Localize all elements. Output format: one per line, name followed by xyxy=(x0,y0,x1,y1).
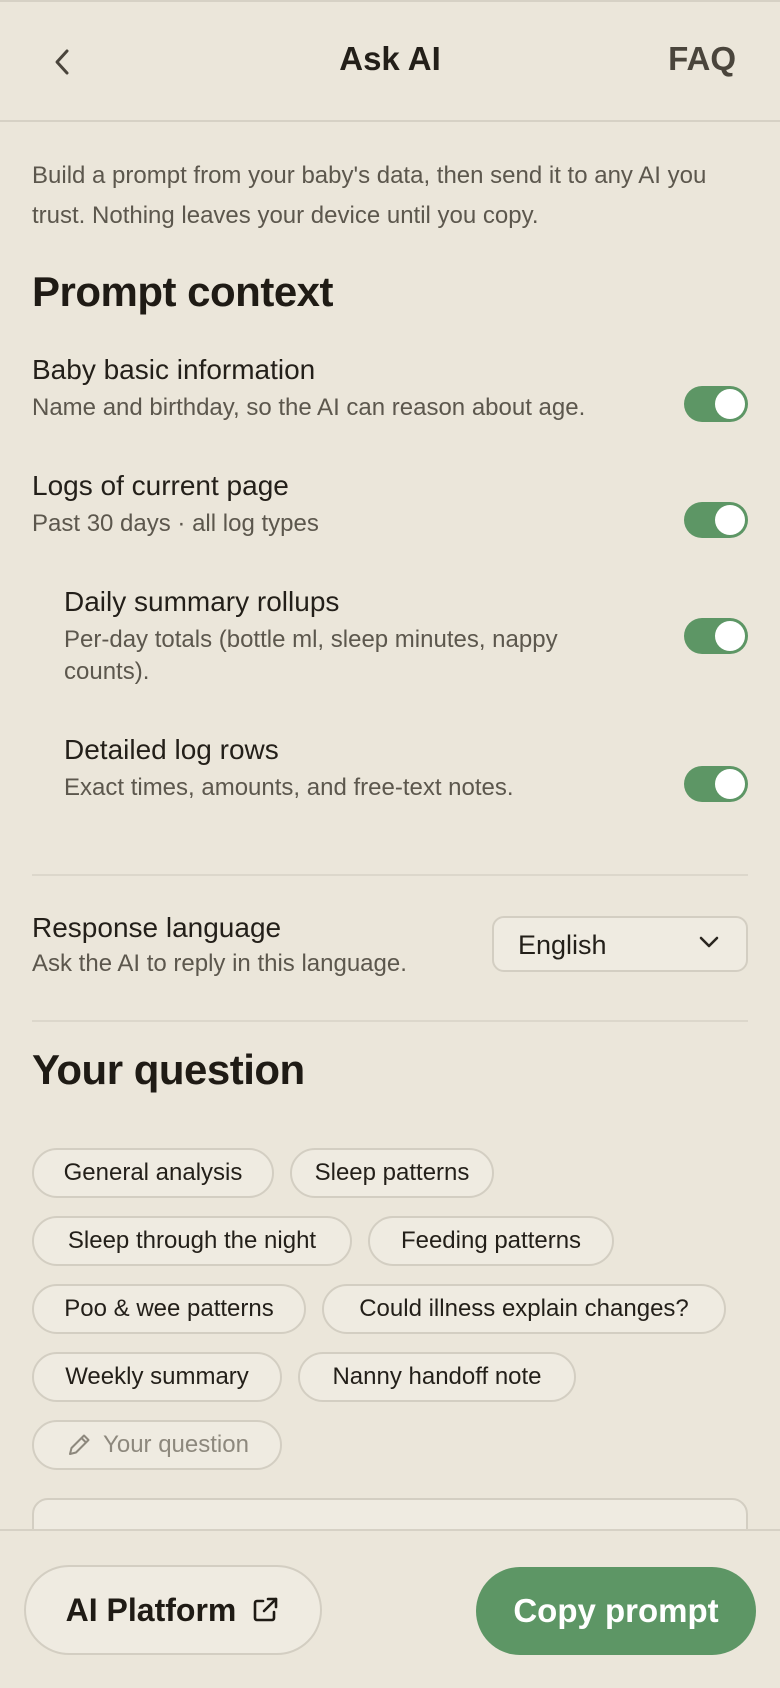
page-title: Ask AI xyxy=(339,40,441,77)
toggle-detailed-rows[interactable] xyxy=(684,766,748,802)
option-detailed-rows-desc: Exact times, amounts, and free-text note… xyxy=(64,774,514,801)
chip-illness-changes[interactable]: Could illness explain changes? xyxy=(322,1284,726,1334)
toggle-daily-summary[interactable] xyxy=(684,618,748,654)
divider xyxy=(32,1020,748,1022)
prompt-context-heading: Prompt context xyxy=(32,268,334,315)
chip-weekly-summary[interactable]: Weekly summary xyxy=(32,1352,282,1402)
ai-platform-label: AI Platform xyxy=(65,1591,237,1628)
response-language-desc: Ask the AI to reply in this language. xyxy=(32,950,407,977)
chip-custom-question-label: Your question xyxy=(103,1431,249,1458)
toggle-knob xyxy=(715,621,745,651)
option-detailed-rows-title: Detailed log rows xyxy=(64,734,279,765)
bottom-bar: AI Platform Copy prompt xyxy=(0,1529,780,1688)
intro-text: Build a prompt from your baby's data, th… xyxy=(32,162,707,229)
option-daily-summary-title: Daily summary rollups xyxy=(64,586,340,617)
language-select[interactable]: English xyxy=(492,916,748,972)
external-link-icon xyxy=(254,1597,278,1622)
chip-general-analysis[interactable]: General analysis xyxy=(32,1148,274,1198)
language-select-value: English xyxy=(518,930,607,960)
chip-poo-wee-patterns[interactable]: Poo & wee patterns xyxy=(32,1284,306,1334)
option-current-logs-title: Logs of current page xyxy=(32,470,289,501)
chip-sleep-patterns[interactable]: Sleep patterns xyxy=(290,1148,494,1198)
pencil-icon xyxy=(69,1434,90,1455)
your-question-heading: Your question xyxy=(32,1046,305,1093)
response-language-title: Response language xyxy=(32,912,282,943)
chip-nanny-handoff[interactable]: Nanny handoff note xyxy=(298,1352,576,1402)
divider xyxy=(32,874,748,876)
option-baby-info-title: Baby basic information xyxy=(32,354,316,385)
toggle-knob xyxy=(715,769,745,799)
top-bar: Ask AI FAQ xyxy=(0,0,780,122)
toggle-knob xyxy=(715,505,745,535)
chip-feeding-patterns[interactable]: Feeding patterns xyxy=(368,1216,614,1266)
chip-sleep-through-night[interactable]: Sleep through the night xyxy=(32,1216,352,1266)
toggle-baby-info[interactable] xyxy=(684,386,748,422)
faq-button[interactable]: FAQ xyxy=(668,40,736,78)
option-current-logs-desc: Past 30 days · all log types xyxy=(32,510,319,537)
copy-prompt-button[interactable]: Copy prompt xyxy=(476,1567,756,1655)
ai-platform-button[interactable]: AI Platform xyxy=(24,1565,322,1655)
toggle-knob xyxy=(715,389,745,419)
toggle-current-logs[interactable] xyxy=(684,502,748,538)
option-baby-info-desc: Name and birthday, so the AI can reason … xyxy=(32,394,586,421)
chip-custom-question[interactable]: Your question xyxy=(32,1420,282,1470)
chevron-down-icon xyxy=(699,936,719,948)
option-daily-summary-desc: Per-day totals (bottle ml, sleep minutes… xyxy=(64,626,558,685)
